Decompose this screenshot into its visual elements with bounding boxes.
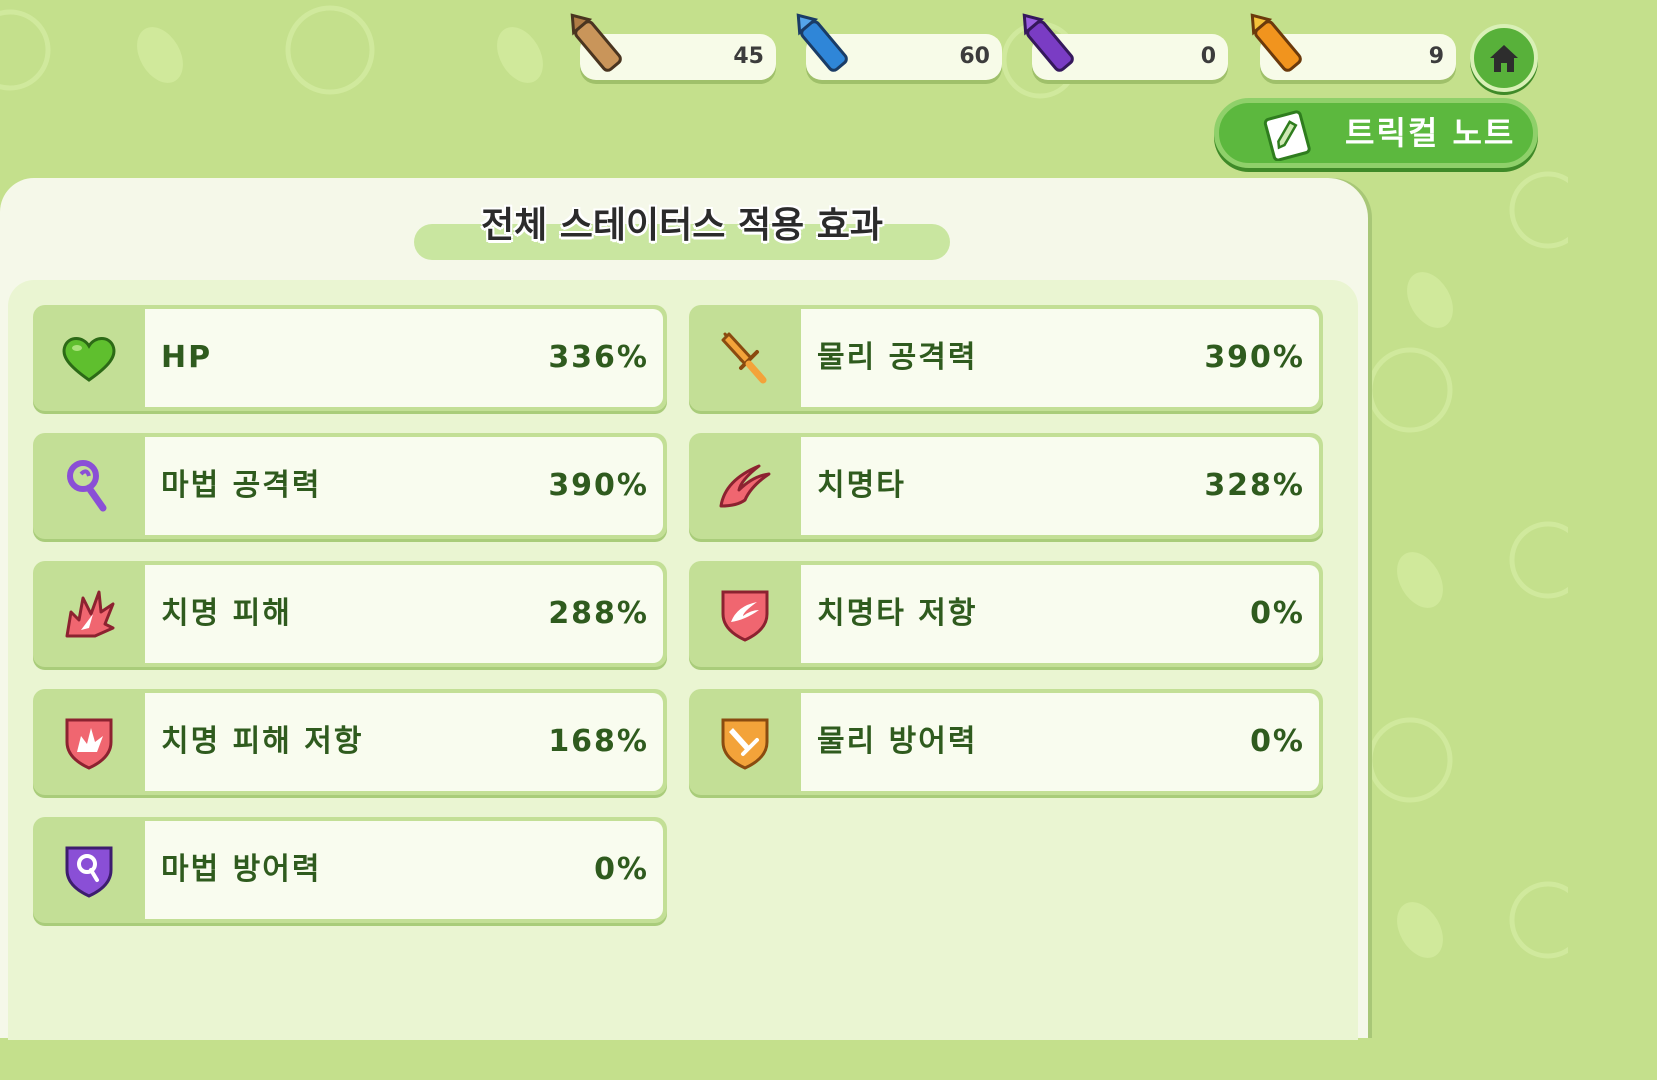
stat-value: 0%	[594, 852, 649, 887]
stat-label: 치명타	[817, 468, 906, 503]
stat-label: HP	[161, 340, 213, 375]
currency-value: 0	[1200, 44, 1216, 69]
currency-value: 60	[959, 44, 990, 69]
trickcal-note-button[interactable]: 트릭컬 노트	[1214, 98, 1538, 168]
orange-crayon-icon	[1250, 13, 1302, 72]
stat-value: 0%	[1250, 596, 1305, 631]
stat-value: 168%	[548, 724, 649, 759]
currency-orange-crayon[interactable]: 9	[1250, 13, 1456, 80]
blue-crayon-icon	[796, 13, 848, 72]
stat-value: 0%	[1250, 724, 1305, 759]
stat-value: 336%	[548, 340, 649, 375]
stat-card-critical-damage-resist: 치명 피해 저항 168%	[33, 689, 667, 795]
stat-value: 390%	[548, 468, 649, 503]
stat-card-magic-defense: 마법 방어력 0%	[33, 817, 667, 923]
stat-card-critical-damage: 치명 피해 288%	[33, 561, 667, 667]
stat-label: 마법 방어력	[161, 852, 322, 887]
stat-label: 물리 방어력	[817, 724, 978, 759]
stat-label: 마법 공격력	[161, 468, 322, 503]
sword-icon	[721, 332, 767, 384]
currency-value: 9	[1428, 44, 1444, 69]
stat-label: 물리 공격력	[817, 340, 978, 375]
stat-card-physical-attack: 물리 공격력 390%	[689, 305, 1323, 411]
stat-card-hp: HP 336%	[33, 305, 667, 411]
stat-label: 치명 피해	[161, 596, 292, 631]
stat-value: 288%	[548, 596, 649, 631]
currency-blue-crayon[interactable]: 60	[796, 13, 1002, 80]
currency-value: 45	[733, 44, 764, 69]
purple-crayon-icon	[1022, 13, 1074, 72]
magic-defense-shield-icon	[65, 846, 113, 898]
stat-value: 328%	[1204, 468, 1305, 503]
home-icon	[1490, 45, 1518, 72]
brown-crayon-icon	[570, 13, 622, 72]
notebook-icon	[1263, 110, 1311, 161]
stat-card-critical: 치명타 328%	[689, 433, 1323, 539]
panel-title: 전체 스테이터스 적용 효과	[481, 205, 883, 246]
critical-damage-resist-shield-icon	[65, 718, 113, 770]
critical-burst-icon	[65, 590, 115, 638]
stat-card-critical-resist: 치명타 저항 0%	[689, 561, 1323, 667]
critical-slash-icon	[719, 464, 771, 508]
stat-card-magic-attack: 마법 공격력 390%	[33, 433, 667, 539]
critical-resist-shield-icon	[721, 590, 769, 642]
currency-purple-crayon[interactable]: 0	[1022, 13, 1228, 80]
stat-card-physical-defense: 물리 방어력 0%	[689, 689, 1323, 795]
magic-wand-icon	[67, 460, 107, 512]
home-button[interactable]	[1470, 24, 1538, 92]
stat-value: 390%	[1204, 340, 1305, 375]
stat-label: 치명 피해 저항	[161, 724, 364, 759]
physical-defense-shield-icon	[721, 718, 769, 770]
stat-label: 치명타 저항	[817, 596, 978, 631]
trickcal-note-label: 트릭컬 노트	[1345, 114, 1516, 152]
currency-brown-crayon[interactable]: 45	[570, 13, 776, 80]
heart-icon	[62, 337, 116, 382]
